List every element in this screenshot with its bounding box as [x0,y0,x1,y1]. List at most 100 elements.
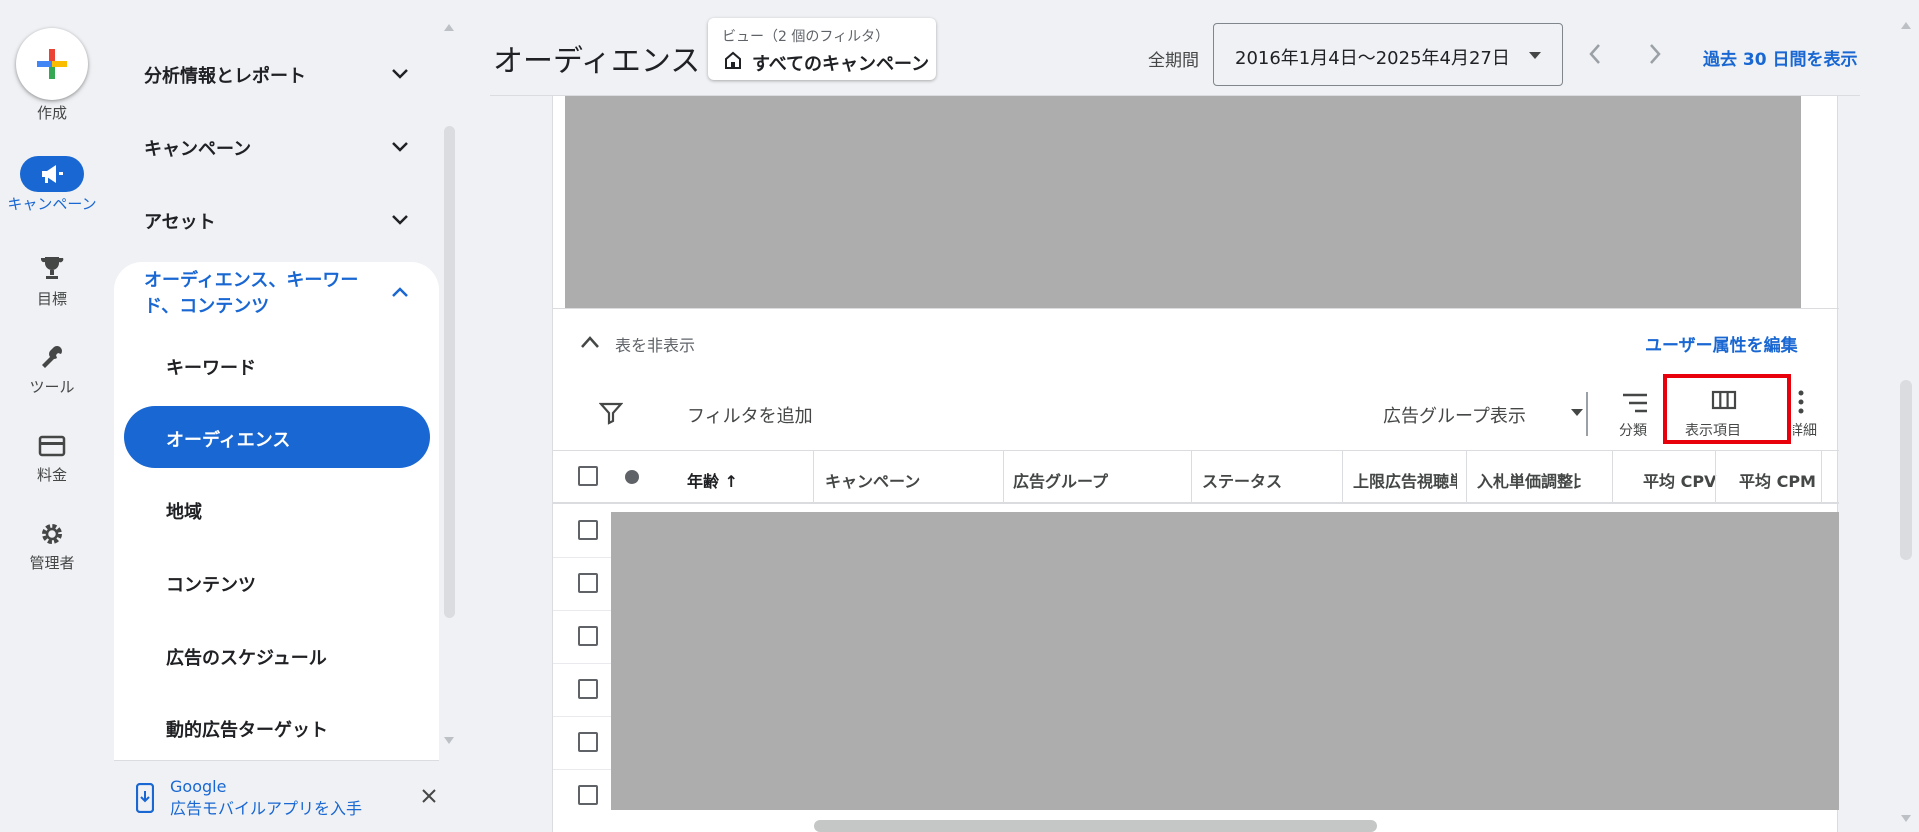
segment-icon[interactable] [1621,392,1649,414]
chevron-up-icon[interactable] [579,334,601,350]
scroll-up-arrow-icon[interactable] [1900,20,1912,30]
chevron-down-icon[interactable] [388,208,412,232]
nav-item-keywords[interactable]: キーワード [166,354,256,380]
app-promo-line2: 広告モバイルアプリを入手 [170,799,363,818]
tools-label: ツール [29,378,75,396]
nav-item-ad-schedule[interactable]: 広告のスケジュール [166,644,327,670]
columns-icon[interactable] [1711,390,1737,410]
column-header-age[interactable]: 年齢 ↑ [687,468,797,492]
create-button[interactable] [16,28,88,100]
app-promo-text: Google 広告モバイルアプリを入手 [170,776,362,820]
divider [553,502,1839,504]
campaigns-label: キャンペーン [7,195,97,213]
row-divider [553,610,611,611]
plus-icon [37,49,67,79]
row-checkbox[interactable] [578,679,598,699]
chevron-right-icon[interactable] [1646,42,1664,66]
table-body-placeholder [611,512,1839,810]
date-range-picker[interactable]: 2016年1月4日〜2025年4月27日 [1213,23,1563,86]
last-30-days-link[interactable]: 過去 30 日間を表示 [1703,45,1858,70]
filter-icon[interactable] [599,401,623,425]
page-title: オーディエンス [493,44,701,79]
row-checkbox[interactable] [578,573,598,593]
row-checkbox[interactable] [578,785,598,805]
rail-item-campaigns[interactable] [20,156,84,192]
nav-expanded-card [114,262,439,760]
view-value: すべてのキャンペーン [752,54,930,75]
column-header-campaign[interactable]: キャンペーン [825,468,995,492]
chevron-left-icon[interactable] [1586,42,1604,66]
horizontal-scrollbar[interactable] [814,820,1377,832]
column-divider [1466,450,1467,502]
column-divider [1191,450,1192,502]
hide-table-toggle[interactable]: 表を非表示 [615,332,695,356]
period-label: 全期間 [1148,51,1199,71]
chevron-up-icon[interactable] [388,280,412,304]
navigation-panel: 分析情報とレポート キャンペーン アセット オーディエンス、キーワー ド、コンテ… [114,0,439,760]
create-label: 作成 [36,104,67,122]
divider [553,450,1839,451]
billing-label: 料金 [36,466,67,484]
row-checkbox[interactable] [578,732,598,752]
edit-demographics-link[interactable]: ユーザー属性を編集 [1645,331,1798,356]
nav-scrollbar[interactable] [444,126,455,618]
row-divider [553,716,611,717]
scroll-up-arrow-icon[interactable] [443,22,455,32]
row-divider [553,769,611,770]
columns-label[interactable]: 表示項目 [1685,420,1741,440]
nav-group-audiences-line1: オーディエンス、キーワー [144,270,359,291]
view-selector[interactable]: ビュー（2 個のフィルタ） すべてのキャンペーン [708,18,936,80]
left-rail: 作成 キャンペーン 目標 ツール 料金 管理者 [0,0,104,832]
column-divider [1715,450,1716,502]
row-divider [553,663,611,664]
nav-item-content[interactable]: コンテンツ [166,571,256,597]
column-divider [813,450,814,502]
nav-item-audiences[interactable]: オーディエンス [166,426,290,452]
column-header-ad-group[interactable]: 広告グループ [1013,468,1183,492]
nav-group-insights[interactable]: 分析情報とレポート [144,62,306,88]
mobile-download-icon [136,783,154,813]
row-checkbox[interactable] [578,520,598,540]
column-header-max-cpv[interactable]: 上限広告視聴単 [1353,468,1457,492]
dropdown-arrow-icon [1529,52,1541,59]
nav-item-dynamic-targets[interactable]: 動的広告ターゲット [166,716,328,742]
chevron-down-icon[interactable] [388,62,412,86]
more-vert-icon[interactable] [1797,390,1805,414]
toolbar-separator [1586,392,1588,436]
goals-label: 目標 [36,290,67,308]
row-divider [553,557,611,558]
row-checkbox[interactable] [578,626,598,646]
date-range-value: 2016年1月4日〜2025年4月27日 [1235,48,1510,69]
admin-label: 管理者 [29,554,75,572]
nav-item-locations[interactable]: 地域 [166,498,202,524]
page-scrollbar[interactable] [1900,380,1912,560]
select-all-checkbox[interactable] [578,466,598,486]
add-filter-button[interactable]: フィルタを追加 [687,402,813,428]
content-card: 表を非表示 ユーザー属性を編集 フィルタを追加 広告グループ表示 分類 表示項目… [552,96,1839,832]
top-bar: オーディエンス ビュー（2 個のフィルタ） すべてのキャンペーン 全期間 201… [490,0,1860,96]
megaphone-icon [42,165,63,183]
trophy-icon[interactable] [32,252,72,284]
tools-icon[interactable] [32,341,72,373]
segment-label[interactable]: 分類 [1619,420,1647,440]
close-icon[interactable] [422,789,436,803]
nav-group-assets[interactable]: アセット [144,208,216,234]
column-header-bid-adjustment[interactable]: 入札単価調整比 [1477,468,1581,492]
app-promo-banner[interactable]: Google 広告モバイルアプリを入手 [114,760,439,832]
ad-group-view-dropdown[interactable]: 広告グループ表示 [1383,402,1526,428]
gear-icon[interactable] [32,518,72,550]
column-divider [1342,450,1343,502]
chevron-down-icon[interactable] [388,135,412,159]
column-divider [1612,450,1613,502]
more-label[interactable]: 詳細 [1793,420,1817,440]
nav-group-campaigns[interactable]: キャンペーン [144,135,251,161]
dropdown-arrow-icon [1571,409,1583,416]
column-header-status[interactable]: ステータス [1202,468,1332,492]
column-divider [1003,450,1004,502]
scroll-down-arrow-icon[interactable] [443,736,455,746]
column-header-avg-cpm[interactable]: 平均 CPM [1739,468,1823,492]
column-divider [1821,450,1822,502]
nav-group-audiences[interactable]: オーディエンス、キーワー ド、コンテンツ [144,268,358,320]
scroll-down-arrow-icon[interactable] [1900,814,1912,824]
credit-card-icon[interactable] [32,430,72,462]
